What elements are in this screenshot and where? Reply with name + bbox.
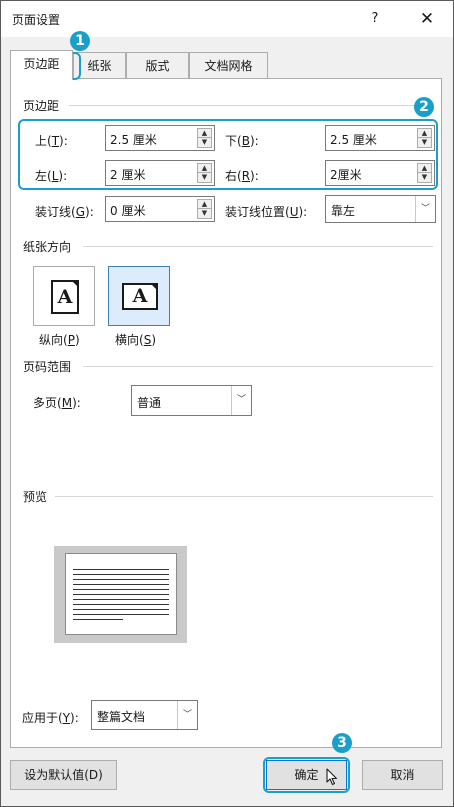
orientation-section-title: 纸张方向 — [23, 238, 78, 255]
landscape-label[interactable]: 横向(S) — [115, 331, 156, 348]
chevron-down-icon[interactable]: ﹀ — [231, 386, 251, 415]
gutter-position-label: 装订线位置(U): — [225, 205, 308, 219]
preview-divider — [55, 496, 433, 497]
annotation-marker-2: 2 — [414, 97, 434, 117]
gutter-label: 装订线(G): — [35, 205, 94, 219]
apply-to-value: 整篇文档 — [97, 710, 146, 724]
preview-page — [65, 553, 177, 635]
multiple-pages-label: 多页(M): — [33, 396, 81, 410]
tab-margins[interactable]: 页边距 — [10, 50, 73, 80]
annotation-marker-3: 3 — [332, 733, 352, 753]
landscape-page-icon: A — [122, 283, 158, 310]
multiple-pages-value: 普通 — [137, 396, 162, 410]
preview-pane — [54, 546, 187, 643]
chevron-down-icon[interactable]: ﹀ — [415, 196, 435, 222]
annotation-highlight-margins — [18, 119, 438, 190]
chevron-down-icon[interactable]: ﹀ — [177, 701, 197, 729]
spin-down-icon[interactable]: ▼ — [198, 209, 211, 218]
set-default-button[interactable]: 设为默认值(D) — [10, 760, 117, 790]
gutter-position-value: 靠左 — [331, 204, 356, 218]
spin-up-icon[interactable]: ▲ — [198, 200, 211, 209]
gutter-position-select[interactable]: 靠左 ﹀ — [325, 195, 436, 223]
preview-section-title: 预览 — [23, 488, 54, 505]
annotation-highlight-ok — [263, 757, 350, 793]
apply-to-label: 应用于(Y): — [22, 711, 79, 725]
pages-divider — [83, 366, 433, 367]
gutter-spinner[interactable]: 0 厘米 ▲ ▼ — [105, 196, 215, 222]
landscape-option[interactable]: A — [108, 266, 170, 326]
gutter-value: 0 厘米 — [110, 204, 146, 218]
orientation-divider — [83, 246, 433, 247]
annotation-marker-1: 1 — [70, 31, 90, 51]
close-button[interactable]: ✕ — [415, 7, 439, 31]
title-bar: 页面设置 ? ✕ — [1, 1, 453, 37]
tab-document-grid[interactable]: 文档网格 — [189, 52, 268, 79]
pages-section-title: 页码范围 — [23, 358, 78, 375]
portrait-option[interactable]: A — [33, 266, 95, 326]
portrait-page-icon: A — [51, 280, 79, 314]
help-button[interactable]: ? — [364, 8, 386, 30]
tab-layout[interactable]: 版式 — [126, 52, 189, 79]
page-setup-dialog: 页面设置 ? ✕ 页边距 纸张 版式 文档网格 页边距 上(T): 2.5 厘米… — [0, 0, 454, 807]
portrait-label[interactable]: 纵向(P) — [39, 331, 80, 348]
apply-to-select[interactable]: 整篇文档 ﹀ — [91, 700, 198, 730]
multiple-pages-select[interactable]: 普通 ﹀ — [131, 385, 252, 416]
cancel-button[interactable]: 取消 — [362, 760, 443, 790]
margins-divider — [69, 105, 433, 106]
margins-section-title: 页边距 — [23, 97, 66, 114]
dialog-title: 页面设置 — [12, 13, 61, 27]
